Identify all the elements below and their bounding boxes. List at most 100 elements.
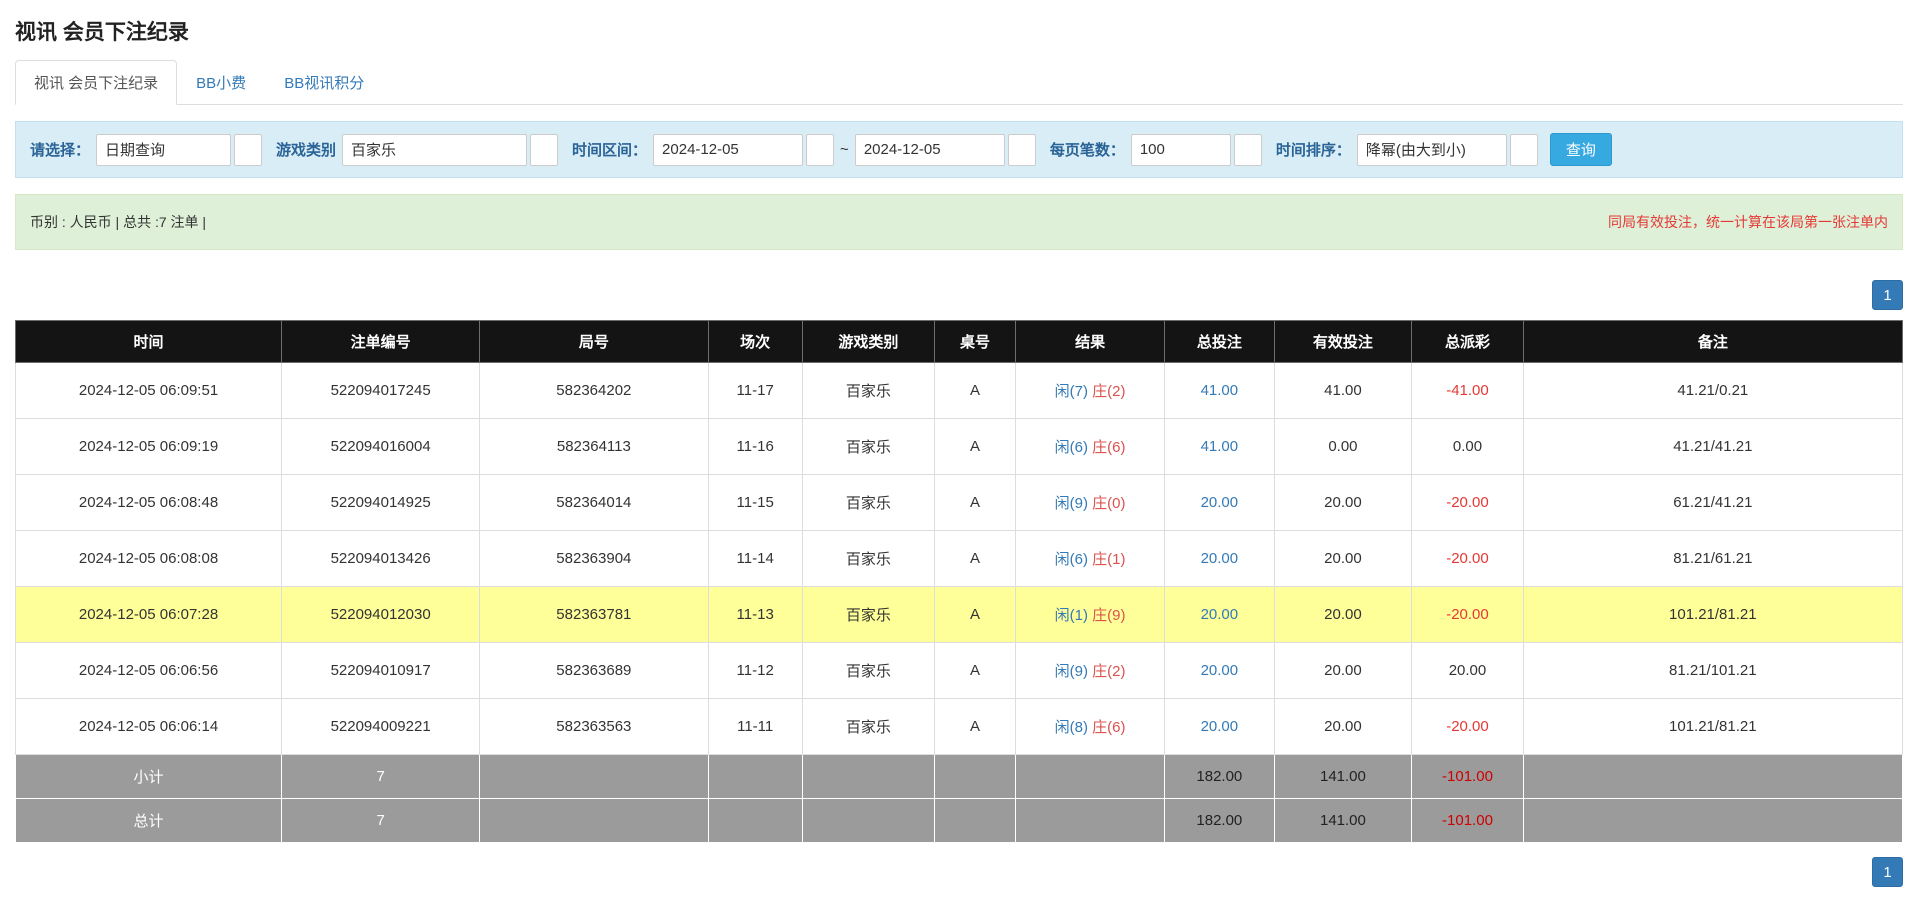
date-from-dropdown-button[interactable] — [806, 134, 834, 166]
cell-round-id: 582364202 — [480, 363, 708, 419]
footer-count: 7 — [282, 799, 480, 843]
page-title: 视讯 会员下注纪录 — [15, 10, 1903, 60]
footer-empty — [480, 799, 708, 843]
footer-empty — [802, 755, 934, 799]
total-bet-link[interactable]: 41.00 — [1201, 438, 1239, 455]
cell-table-no: A — [934, 643, 1015, 699]
result-banker: 庄(6) — [1092, 439, 1125, 456]
total-bet-link[interactable]: 41.00 — [1201, 382, 1239, 399]
cell-bet-id: 522094009221 — [282, 699, 480, 755]
cell-total-bet: 20.00 — [1165, 475, 1274, 531]
footer-valid-bet: 141.00 — [1274, 755, 1412, 799]
cell-result: 闲(6) 庄(6) — [1016, 419, 1165, 475]
footer-empty — [934, 755, 1015, 799]
date-to-input[interactable] — [855, 134, 1005, 166]
time-sort-input[interactable] — [1357, 134, 1507, 166]
cell-game-type: 百家乐 — [802, 531, 934, 587]
cell-table-no: A — [934, 587, 1015, 643]
select-type-dropdown-button[interactable] — [234, 134, 262, 166]
table-row[interactable]: 2024-12-05 06:06:56522094010917582363689… — [16, 643, 1903, 699]
select-type-input[interactable] — [96, 134, 231, 166]
table-row[interactable]: 2024-12-05 06:06:14522094009221582363563… — [16, 699, 1903, 755]
footer-empty — [708, 755, 802, 799]
page-size-dropdown-button[interactable] — [1234, 134, 1262, 166]
cell-result: 闲(6) 庄(1) — [1016, 531, 1165, 587]
result-banker: 庄(9) — [1092, 607, 1125, 624]
total-bet-link[interactable]: 20.00 — [1201, 550, 1239, 567]
table-row[interactable]: 2024-12-05 06:08:48522094014925582364014… — [16, 475, 1903, 531]
cell-note: 61.21/41.21 — [1523, 475, 1902, 531]
cell-session: 11-14 — [708, 531, 802, 587]
column-header: 总投注 — [1165, 321, 1274, 363]
cell-payout: -20.00 — [1412, 587, 1523, 643]
currency-total-text: 币别 : 人民币 | 总共 :7 注单 | — [30, 212, 206, 232]
total-bet-link[interactable]: 20.00 — [1201, 718, 1239, 735]
cell-bet-id: 522094010917 — [282, 643, 480, 699]
cell-time: 2024-12-05 06:08:48 — [16, 475, 282, 531]
cell-total-bet: 20.00 — [1165, 643, 1274, 699]
table-row[interactable]: 2024-12-05 06:08:08522094013426582363904… — [16, 531, 1903, 587]
total-bet-link[interactable]: 20.00 — [1201, 606, 1239, 623]
tab-bb-points[interactable]: BB视讯积分 — [265, 60, 383, 105]
result-banker: 庄(0) — [1092, 495, 1125, 512]
page-number-button[interactable]: 1 — [1872, 280, 1903, 310]
table-row[interactable]: 2024-12-05 06:09:19522094016004582364113… — [16, 419, 1903, 475]
result-banker: 庄(1) — [1092, 551, 1125, 568]
date-range-separator: ~ — [840, 141, 849, 158]
page: 视讯 会员下注纪录 视讯 会员下注纪录 BB小费 BB视讯积分 请选择： 游戏类… — [0, 0, 1918, 903]
footer-total-bet: 182.00 — [1165, 799, 1274, 843]
cell-note: 101.21/81.21 — [1523, 587, 1902, 643]
cell-game-type: 百家乐 — [802, 419, 934, 475]
game-type-dropdown-button[interactable] — [530, 134, 558, 166]
total-bet-link[interactable]: 20.00 — [1201, 662, 1239, 679]
cell-result: 闲(1) 庄(9) — [1016, 587, 1165, 643]
cell-time: 2024-12-05 06:08:08 — [16, 531, 282, 587]
pagination-top: 1 — [15, 280, 1903, 310]
cell-result: 闲(8) 庄(6) — [1016, 699, 1165, 755]
cell-table-no: A — [934, 363, 1015, 419]
cell-total-bet: 20.00 — [1165, 587, 1274, 643]
footer-label: 小计 — [16, 755, 282, 799]
cell-time: 2024-12-05 06:07:28 — [16, 587, 282, 643]
cell-result: 闲(9) 庄(2) — [1016, 643, 1165, 699]
cell-bet-id: 522094012030 — [282, 587, 480, 643]
pagination-bottom: 1 — [15, 857, 1903, 887]
cell-session: 11-16 — [708, 419, 802, 475]
cell-game-type: 百家乐 — [802, 643, 934, 699]
cell-result: 闲(7) 庄(2) — [1016, 363, 1165, 419]
cell-round-id: 582363563 — [480, 699, 708, 755]
date-to-dropdown-button[interactable] — [1008, 134, 1036, 166]
cell-payout: 0.00 — [1412, 419, 1523, 475]
tab-bb-tips[interactable]: BB小费 — [177, 60, 265, 105]
page-size-input[interactable] — [1131, 134, 1231, 166]
cell-session: 11-13 — [708, 587, 802, 643]
page-number-button[interactable]: 1 — [1872, 857, 1903, 887]
table-row[interactable]: 2024-12-05 06:09:51522094017245582364202… — [16, 363, 1903, 419]
date-from-input[interactable] — [653, 134, 803, 166]
column-header: 局号 — [480, 321, 708, 363]
cell-game-type: 百家乐 — [802, 699, 934, 755]
column-header: 结果 — [1016, 321, 1165, 363]
cell-time: 2024-12-05 06:06:56 — [16, 643, 282, 699]
time-sort-dropdown-button[interactable] — [1510, 134, 1538, 166]
tab-betting-records[interactable]: 视讯 会员下注纪录 — [15, 60, 177, 105]
cell-session: 11-17 — [708, 363, 802, 419]
cell-game-type: 百家乐 — [802, 587, 934, 643]
result-player: 闲(7) — [1055, 383, 1088, 400]
cell-payout: -20.00 — [1412, 475, 1523, 531]
table-row[interactable]: 2024-12-05 06:07:28522094012030582363781… — [16, 587, 1903, 643]
cell-round-id: 582363781 — [480, 587, 708, 643]
cell-payout: -20.00 — [1412, 699, 1523, 755]
cell-bet-id: 522094013426 — [282, 531, 480, 587]
footer-empty — [708, 799, 802, 843]
result-player: 闲(9) — [1055, 495, 1088, 512]
total-bet-link[interactable]: 20.00 — [1201, 494, 1239, 511]
date-range-label: 时间区间： — [572, 139, 647, 160]
cell-note: 101.21/81.21 — [1523, 699, 1902, 755]
search-button[interactable]: 查询 — [1550, 133, 1612, 166]
filter-bar: 请选择： 游戏类别 时间区间： ~ 每页笔数： 时间排序： 查询 — [15, 121, 1903, 178]
game-type-input[interactable] — [342, 134, 527, 166]
result-banker: 庄(2) — [1092, 663, 1125, 680]
footer-empty — [1523, 799, 1902, 843]
cell-game-type: 百家乐 — [802, 363, 934, 419]
